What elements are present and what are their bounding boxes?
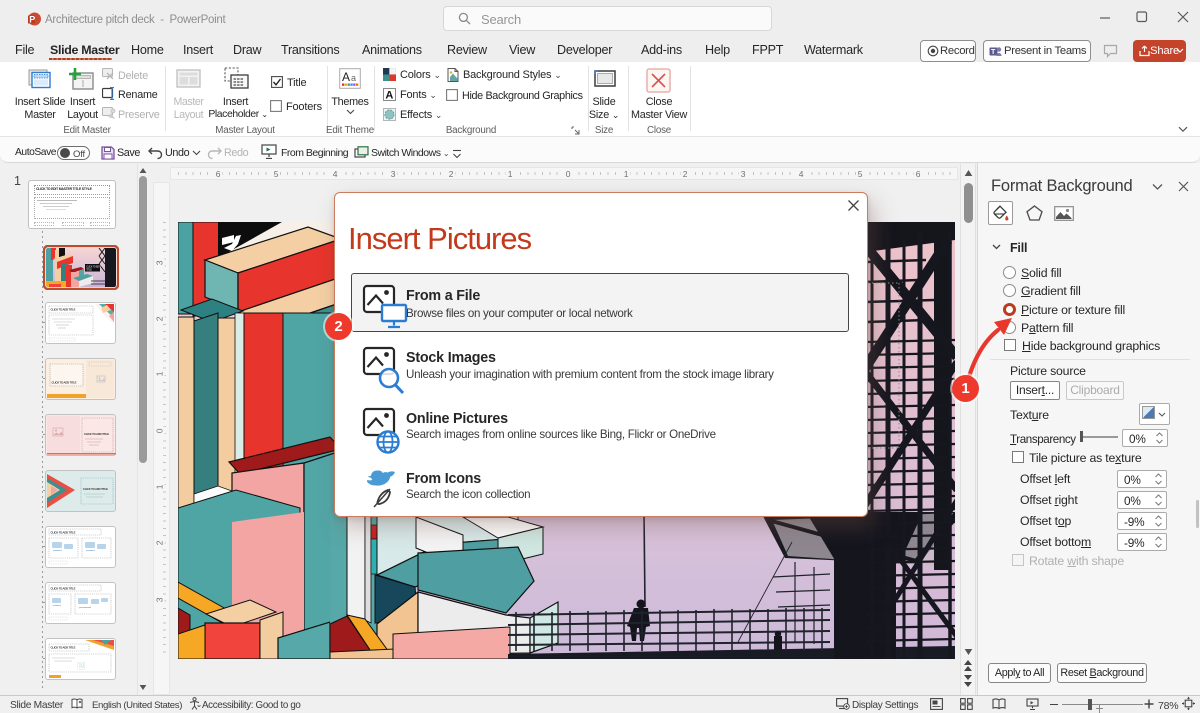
svg-text:CLICK TO ADD TITLE: CLICK TO ADD TITLE	[51, 646, 76, 650]
svg-text:🖼: 🖼	[77, 661, 86, 670]
svg-text:A: A	[342, 70, 350, 84]
svg-text:CLICK TO ADD TITLE: CLICK TO ADD TITLE	[84, 432, 109, 436]
svg-text:CLICK TO ADD TITLE: CLICK TO ADD TITLE	[51, 531, 76, 535]
svg-text:a: a	[351, 73, 356, 83]
svg-text:CLICK TO ADD TITLE: CLICK TO ADD TITLE	[83, 487, 108, 491]
svg-text:TITLE: TITLE	[86, 269, 92, 272]
svg-text:CLICK TO ADD TITLE: CLICK TO ADD TITLE	[52, 381, 77, 385]
svg-text:P: P	[29, 15, 35, 25]
svg-text:CLICK TO ADD TITLE: CLICK TO ADD TITLE	[51, 587, 76, 591]
svg-text:A: A	[385, 90, 393, 102]
svg-text:CLICK TO ADD TITLE: CLICK TO ADD TITLE	[51, 308, 76, 312]
